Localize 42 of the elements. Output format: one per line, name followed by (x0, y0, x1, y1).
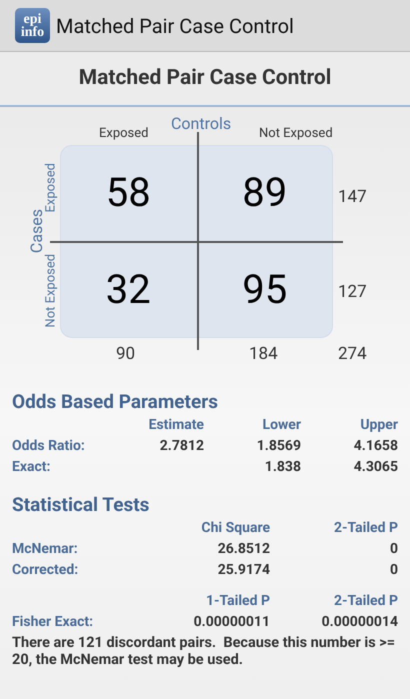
app-logo-icon: epi info (15, 8, 50, 43)
count-cell-text: 89 (242, 168, 288, 218)
column-label: Exposed (99, 125, 148, 143)
column-header: Upper (359, 416, 398, 435)
row-label: Not Exposed (42, 252, 60, 330)
row-label: Corrected: (12, 561, 78, 580)
count-cell-text: 95 (242, 264, 288, 315)
row-label: Exact: (12, 458, 50, 477)
column-header: Estimate (148, 416, 204, 435)
value-cell-text: 0.00000014 (320, 613, 398, 632)
column-label: Not Exposed (259, 125, 333, 143)
column-total: 184 (249, 343, 278, 366)
controls-label: Controls (171, 113, 232, 135)
column-header: 2-Tailed P (332, 592, 398, 611)
row-total: 127 (338, 281, 367, 304)
column-header: Chi Square (200, 519, 270, 538)
count-cell-text: 58 (106, 168, 151, 218)
value-cell-text: 0.00000011 (192, 613, 270, 632)
section-title: Statistical Tests (12, 494, 150, 515)
value-cell-text: 26.8512 (216, 540, 270, 559)
value-cell-text: 0 (388, 540, 398, 559)
row-label: Fisher Exact: (12, 613, 94, 632)
value-cell-text: 25.9174 (216, 561, 270, 580)
column-header: Lower (262, 416, 301, 435)
row-label: Odds Ratio: (12, 437, 85, 456)
value-cell-text: 4.1658 (352, 437, 398, 456)
app-title: Matched Pair Case Control (56, 12, 294, 40)
section-title: Odds Based Parameters (12, 391, 218, 412)
row-total: 147 (338, 186, 367, 209)
note-text: There are 121 discordant pairs. Because this number is >= 20, the McNemar test may be used. (12, 634, 396, 668)
row-label: McNemar: (12, 540, 78, 559)
column-total: 90 (116, 343, 136, 366)
value-cell-text: 4.3065 (352, 458, 398, 477)
value-cell-text: 2.7812 (158, 437, 204, 456)
column-header: 2-Tailed P (332, 519, 398, 538)
column-header: 1-Tailed P (204, 592, 270, 611)
page-heading: Matched Pair Case Control (78, 64, 332, 92)
grand-total: 274 (338, 343, 367, 366)
count-cell-text: 32 (106, 264, 151, 315)
value-cell-text: 0 (388, 561, 398, 580)
value-cell-text: 1.8569 (256, 437, 301, 456)
value-cell-text: 1.838 (264, 458, 301, 477)
